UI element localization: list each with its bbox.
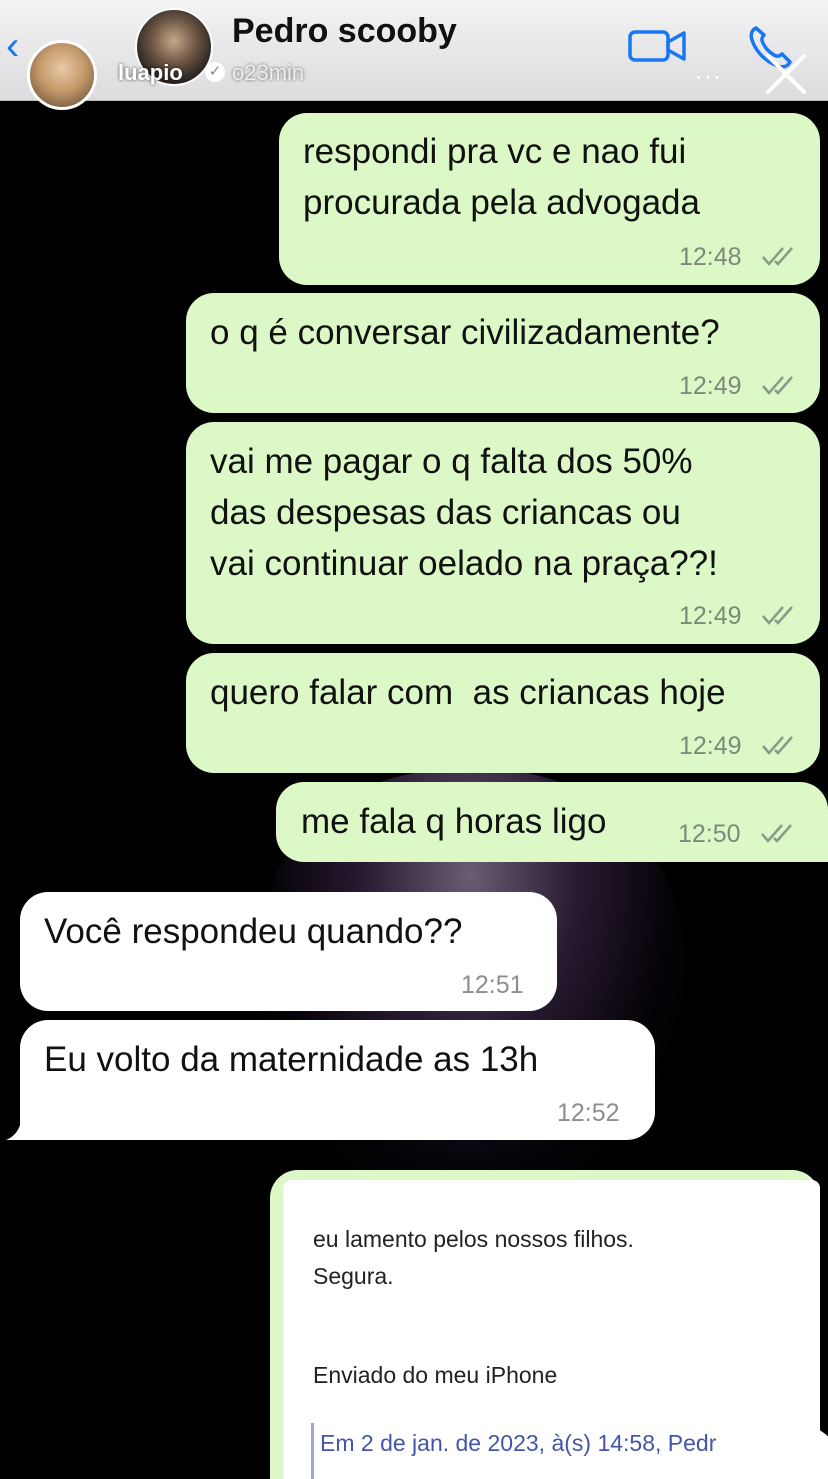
message-text: me fala q horas ligo bbox=[301, 802, 607, 841]
read-ticks-icon bbox=[762, 247, 793, 266]
message-time: 12:52 bbox=[557, 1099, 620, 1127]
message-text: o q é conversar civilizadamente? bbox=[210, 313, 720, 352]
message-text: respondi pra vc e nao fui procurada pela… bbox=[303, 132, 700, 222]
video-call-icon[interactable] bbox=[628, 26, 688, 66]
outgoing-message[interactable]: me fala q horas ligo 12:50 bbox=[276, 782, 828, 862]
read-ticks-icon bbox=[762, 606, 793, 625]
message-time: 12:50 bbox=[678, 820, 741, 848]
back-icon[interactable]: ‹ bbox=[6, 26, 19, 66]
email-text-line: eu lamento pelos nossos filhos. bbox=[313, 1226, 634, 1252]
read-ticks-icon bbox=[761, 824, 792, 843]
email-quote-header: Em 2 de jan. de 2023, à(s) 14:58, Pedr bbox=[320, 1430, 717, 1456]
chat-screenshot: ‹ Pedro scooby luapio ✓ o23min ... respo… bbox=[0, 0, 828, 1479]
message-time: 12:49 bbox=[679, 372, 742, 400]
email-signature: Enviado do meu iPhone bbox=[313, 1362, 558, 1388]
message-time: 12:51 bbox=[461, 971, 524, 999]
outgoing-message[interactable]: vai me pagar o q falta dos 50% das despe… bbox=[186, 422, 820, 644]
contact-name[interactable]: Pedro scooby bbox=[232, 12, 457, 51]
message-time: 12:49 bbox=[679, 602, 742, 630]
message-text: quero falar com as criancas hoje bbox=[210, 673, 726, 712]
chat-header: ‹ Pedro scooby luapio ✓ o23min ... bbox=[0, 0, 828, 110]
message-text: vai me pagar o q falta dos 50% das despe… bbox=[210, 442, 718, 583]
message-text: Você respondeu quando?? bbox=[44, 912, 463, 951]
outgoing-message[interactable]: o q é conversar civilizadamente? 12:49 bbox=[186, 293, 820, 413]
incoming-message[interactable]: Você respondeu quando?? 12:51 bbox=[20, 892, 557, 1011]
story-username[interactable]: luapio bbox=[118, 60, 183, 86]
outgoing-message[interactable]: quero falar com as criancas hoje 12:49 bbox=[186, 653, 820, 773]
verified-icon: ✓ bbox=[205, 62, 225, 82]
message-time: 12:49 bbox=[679, 732, 742, 760]
incoming-message[interactable]: Eu volto da maternidade as 13h 12:52 bbox=[20, 1020, 655, 1140]
read-ticks-icon bbox=[762, 376, 793, 395]
story-author-avatar[interactable] bbox=[27, 40, 97, 110]
read-ticks-icon bbox=[762, 736, 793, 755]
close-icon[interactable] bbox=[762, 50, 810, 98]
bubble-tail bbox=[6, 1118, 34, 1140]
message-text: Eu volto da maternidade as 13h bbox=[44, 1040, 539, 1079]
message-time: 12:48 bbox=[679, 243, 742, 271]
quote-bar bbox=[311, 1423, 314, 1479]
outgoing-message[interactable]: respondi pra vc e nao fui procurada pela… bbox=[279, 113, 820, 285]
story-timestamp: o23min bbox=[232, 60, 305, 85]
email-text-line: Segura. bbox=[313, 1263, 394, 1289]
more-options-icon[interactable]: ... bbox=[695, 55, 723, 86]
